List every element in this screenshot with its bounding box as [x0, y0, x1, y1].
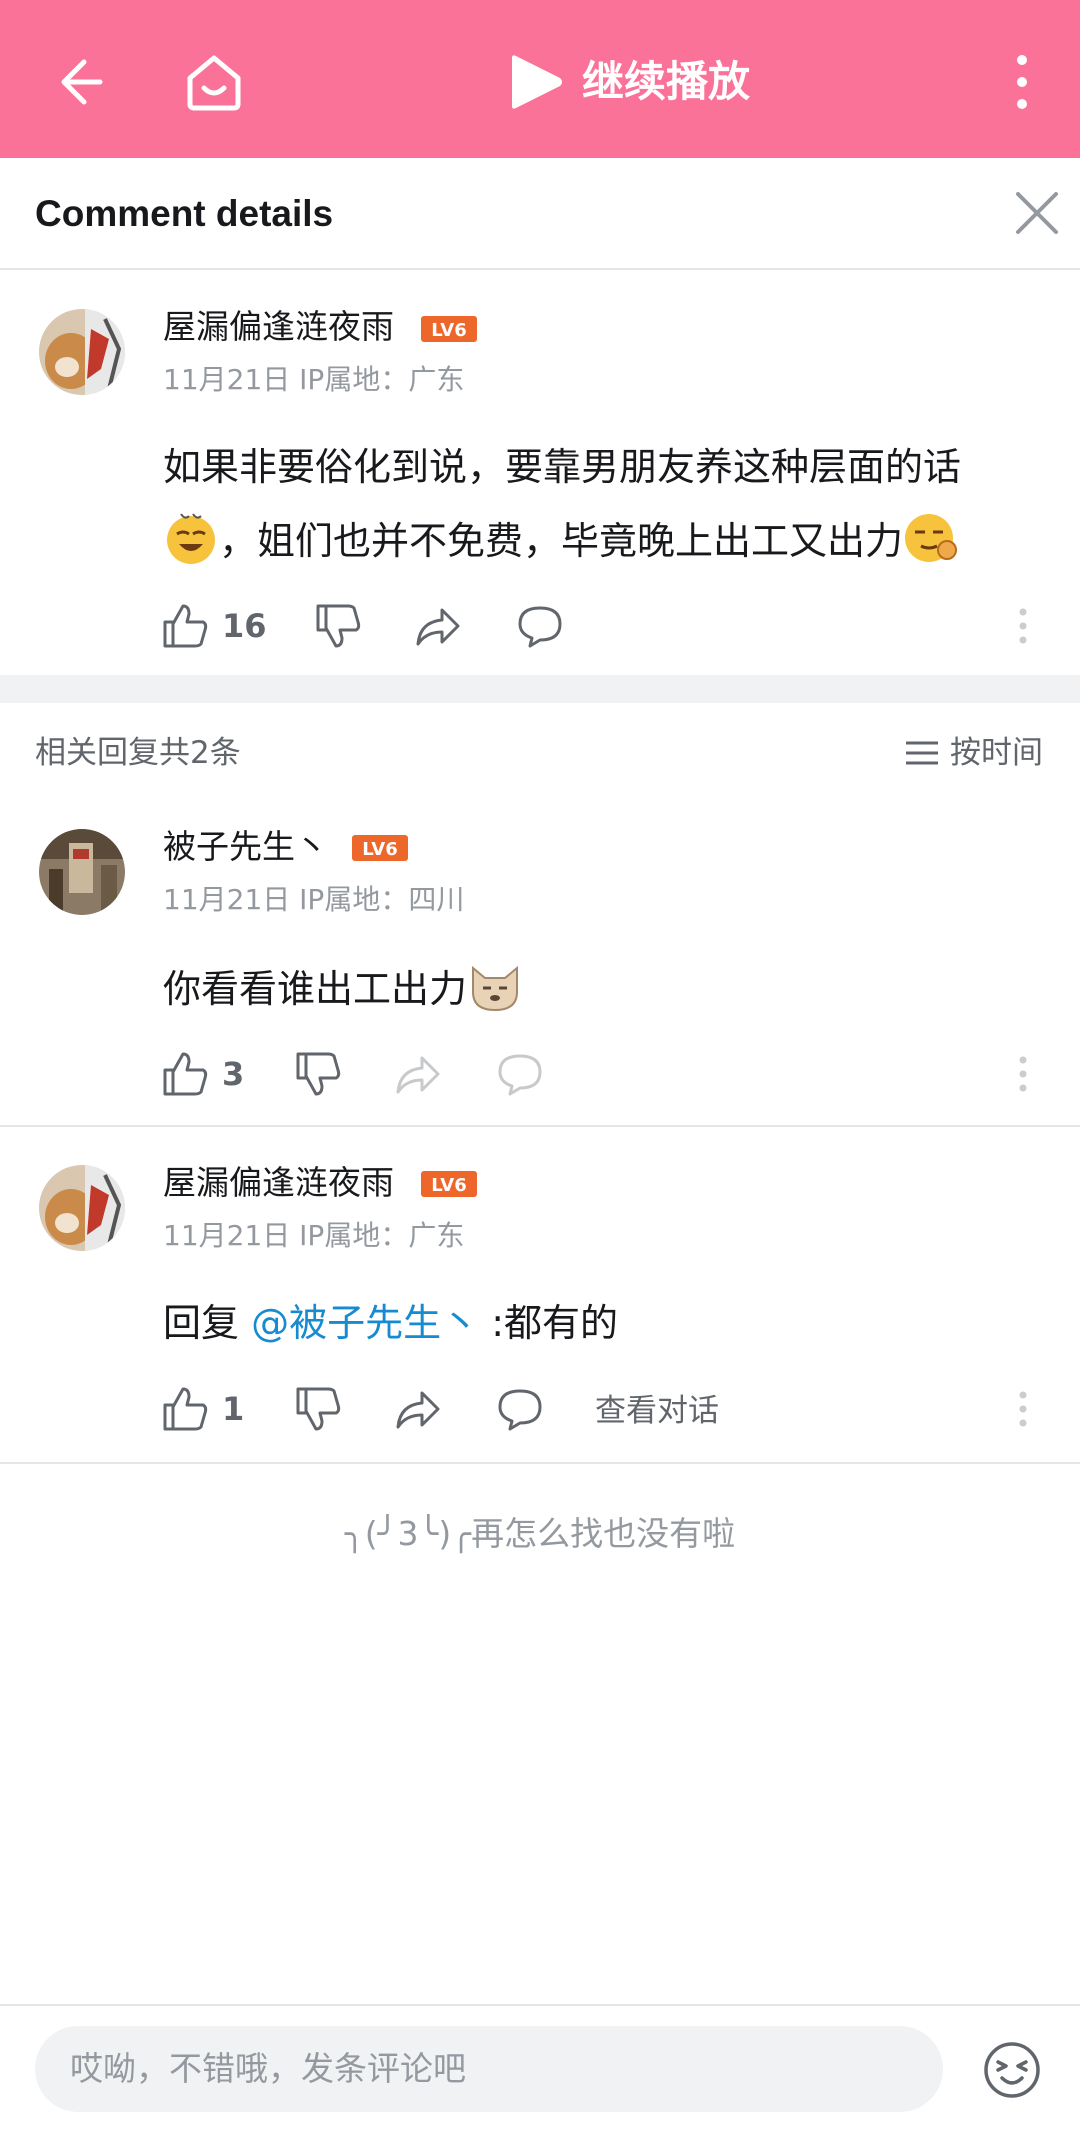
- comment-input-placeholder: 哎呦，不错哦，发条评论吧: [70, 2049, 466, 2088]
- level-badge: LV6: [421, 316, 477, 342]
- reply-count-label: 相关回复共2条: [35, 735, 241, 771]
- home-icon[interactable]: [180, 48, 248, 116]
- sweat-emoji-icon: [167, 513, 215, 564]
- back-arrow-icon[interactable]: [46, 50, 110, 114]
- username[interactable]: 屋漏偏逢涟夜雨: [163, 1161, 394, 1205]
- ip-location: IP属地：广东: [299, 363, 465, 396]
- comment-text-body: :都有的: [479, 1301, 618, 1345]
- comment-meta: 11月21日 IP属地：广东: [163, 1218, 464, 1254]
- like-count: 16: [222, 607, 267, 645]
- ip-location: IP属地：四川: [299, 883, 465, 916]
- comment-text-line: ，姐们也并不免费，毕竟晚上出工又出力: [219, 519, 904, 563]
- like-count: 1: [222, 1390, 245, 1428]
- divider: [0, 1125, 1080, 1127]
- more-options-icon[interactable]: [1016, 1054, 1030, 1094]
- like-icon[interactable]: [161, 1385, 209, 1433]
- comment-text: 你看看谁出工出力: [163, 952, 1043, 1026]
- share-icon[interactable]: [394, 1385, 442, 1433]
- dislike-icon[interactable]: [294, 1385, 342, 1433]
- play-icon[interactable]: [504, 52, 566, 112]
- avatar[interactable]: [39, 309, 125, 395]
- top-bar: 继续播放: [0, 0, 1080, 158]
- comment-icon[interactable]: [496, 1050, 544, 1098]
- more-options-icon[interactable]: [1016, 606, 1030, 646]
- continue-play-label[interactable]: 继续播放: [582, 52, 750, 112]
- comment-text-line: 如果非要俗化到说，要靠男朋友养这种层面的话: [163, 445, 962, 489]
- comment-date: 11月21日: [163, 1219, 291, 1252]
- avatar[interactable]: [39, 1165, 125, 1251]
- dislike-icon[interactable]: [294, 1050, 342, 1098]
- dislike-icon[interactable]: [314, 602, 362, 650]
- emoji-icon[interactable]: [982, 2040, 1042, 2100]
- avatar[interactable]: [39, 829, 125, 915]
- share-icon[interactable]: [394, 1050, 442, 1098]
- divider: [0, 2004, 1080, 2006]
- level-badge-text: LV6: [431, 320, 466, 341]
- comment-meta: 11月21日 IP属地：广东: [163, 362, 464, 398]
- share-icon[interactable]: [414, 602, 462, 650]
- like-icon[interactable]: [161, 1050, 209, 1098]
- comment-icon[interactable]: [496, 1385, 544, 1433]
- comment-input[interactable]: 哎呦，不错哦，发条评论吧: [35, 2026, 943, 2112]
- level-badge: LV6: [421, 1171, 477, 1197]
- section-gap: [0, 675, 1080, 703]
- level-badge-text: LV6: [362, 839, 397, 860]
- like-count: 3: [222, 1055, 245, 1093]
- comment-date: 11月21日: [163, 883, 291, 916]
- mention-link[interactable]: @被子先生丶: [251, 1301, 479, 1345]
- view-conversation-link[interactable]: 查看对话: [595, 1391, 719, 1431]
- dog-emoji-icon: [472, 965, 519, 1012]
- sort-icon[interactable]: [904, 733, 940, 773]
- username[interactable]: 被子先生丶: [163, 825, 328, 869]
- comment-text-body: 你看看谁出工出力: [163, 967, 468, 1011]
- level-badge: LV6: [352, 835, 408, 861]
- sort-by-time[interactable]: 按时间: [950, 733, 1043, 773]
- comment-icon[interactable]: [516, 602, 564, 650]
- comment-date: 11月21日: [163, 363, 291, 396]
- comment-details-header: Comment details: [0, 158, 1080, 270]
- comment-text: 如果非要俗化到说，要靠男朋友养这种层面的话 ，姐们也并不免费，毕竟晚上出工又出力: [163, 430, 1043, 578]
- comment-meta: 11月21日 IP属地：四川: [163, 882, 464, 918]
- comment-text: 回复 @被子先生丶 :都有的: [163, 1286, 1043, 1360]
- more-vertical-icon[interactable]: [1004, 52, 1040, 112]
- close-icon[interactable]: [1014, 190, 1060, 236]
- page-title: Comment details: [35, 193, 334, 234]
- more-options-icon[interactable]: [1016, 1389, 1030, 1429]
- reply-prefix: 回复: [163, 1301, 252, 1345]
- like-icon[interactable]: [161, 602, 209, 650]
- ok-emoji-icon: [905, 514, 958, 562]
- level-badge-text: LV6: [431, 1175, 466, 1196]
- ip-location: IP属地：广东: [299, 1219, 465, 1252]
- username[interactable]: 屋漏偏逢涟夜雨: [163, 305, 394, 349]
- end-of-list-message: ╮(╯3╰)╭再怎么找也没有啦: [344, 1514, 736, 1553]
- divider: [0, 1462, 1080, 1464]
